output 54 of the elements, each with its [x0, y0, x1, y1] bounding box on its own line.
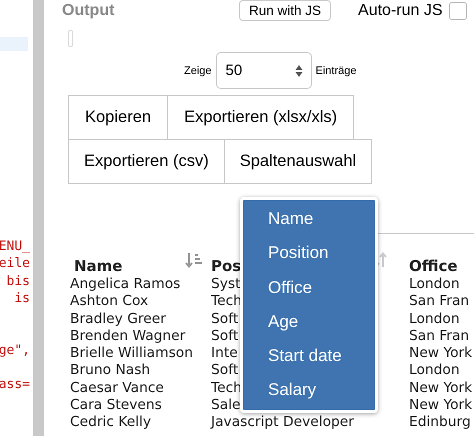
table-cell: San Fran: [409, 328, 470, 344]
table-cell: Sale: [211, 397, 241, 414]
export-button[interactable]: Exportieren (csv): [68, 139, 225, 184]
splitter-bar[interactable]: [33, 0, 44, 436]
menu-item[interactable]: Office: [243, 270, 375, 305]
table-cell: Cara Stevens: [70, 397, 162, 414]
table-cell: Ashton Cox: [70, 293, 148, 310]
output-title: Output: [62, 2, 116, 20]
run-button[interactable]: Run with JS: [239, 0, 332, 20]
table-cell: Javascript Developer: [211, 414, 354, 430]
spinner-icon: [294, 64, 303, 78]
export-button[interactable]: Exportieren (xlsx/xls): [167, 95, 354, 140]
table-cell: London: [409, 310, 460, 327]
menu-item[interactable]: Start date: [243, 339, 375, 374]
table-cell: Soft: [211, 328, 238, 344]
table-cell: New York: [409, 345, 472, 362]
table-cell: New York: [409, 380, 472, 396]
column-header[interactable]: Office: [409, 257, 458, 275]
table-cell: Cedric Kelly: [70, 414, 152, 430]
table-cell: Soft: [211, 362, 238, 378]
menu-item[interactable]: Name: [243, 202, 375, 236]
sort-icon[interactable]: [185, 252, 203, 268]
autorun-checkbox[interactable]: [448, 2, 467, 20]
table-cell: Caesar Vance: [70, 380, 164, 396]
code-line: is: [14, 290, 30, 308]
table-cell: Brenden Wagner: [70, 328, 186, 344]
table-cell: San Fran: [409, 293, 470, 310]
export-button[interactable]: Spaltenauswahl: [224, 139, 372, 184]
resize-handle[interactable]: [68, 30, 73, 47]
code-line: ENU_: [0, 238, 30, 256]
menu-item[interactable]: Age: [243, 304, 375, 340]
code-line: bis: [6, 272, 30, 290]
autorun-label: Auto-run JS: [358, 2, 443, 20]
table-cell: New York: [409, 397, 472, 414]
column-header[interactable]: Name: [74, 257, 122, 275]
export-button[interactable]: Kopieren: [68, 95, 168, 140]
table-cell: Tech: [211, 293, 242, 310]
table-cell: Angelica Ramos: [70, 276, 180, 292]
table-cell: Bruno Nash: [70, 362, 150, 378]
column-header[interactable]: Pos: [211, 257, 242, 275]
table-cell: London: [409, 362, 460, 378]
length-prefix: Zeige: [184, 64, 212, 76]
table-cell: Inte: [211, 345, 238, 362]
length-suffix: Einträge: [316, 64, 357, 76]
table-cell: Tech: [211, 380, 242, 396]
table-cell: Soft: [211, 310, 238, 327]
menu-item[interactable]: Salary: [243, 373, 375, 408]
table-cell: Syst: [211, 276, 241, 292]
table-cell: Edinburg: [409, 414, 471, 430]
menu-item[interactable]: Position: [243, 236, 375, 271]
table-cell: Bradley Greer: [70, 310, 166, 327]
length-select[interactable]: 50: [216, 52, 312, 89]
table-cell: London: [409, 276, 460, 292]
table-cell: Brielle Williamson: [70, 345, 193, 362]
